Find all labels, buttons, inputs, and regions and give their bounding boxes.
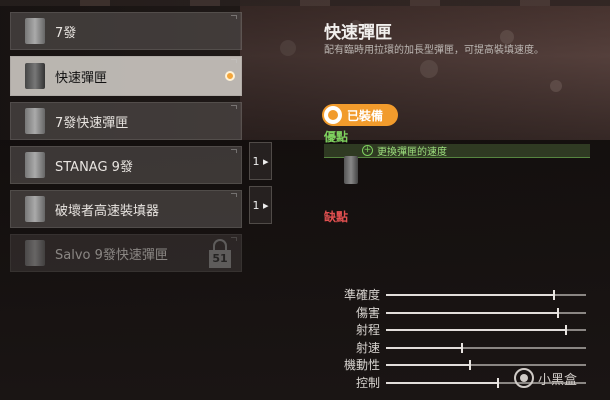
stat-bar <box>386 342 586 353</box>
list-item-label: STANAG 9發 <box>55 159 133 175</box>
corner-mark-icon <box>231 237 237 241</box>
stat-bar-marker <box>469 360 471 370</box>
list-item-label: 破壞者高速裝填器 <box>55 203 160 219</box>
stat-bar <box>386 307 586 318</box>
magazine-icon <box>25 63 45 89</box>
magazine-icon <box>25 240 45 266</box>
expand-button[interactable]: 1 ▸ <box>249 142 272 180</box>
magazine-icon <box>25 152 45 178</box>
stat-bar <box>386 360 586 370</box>
corner-mark-icon <box>231 149 237 153</box>
magazine-icon <box>25 108 45 134</box>
list-item-label: 7發快速彈匣 <box>55 115 129 131</box>
cons-title: 缺點 <box>324 210 349 224</box>
stat-bar-fill <box>386 364 470 366</box>
equipped-ring-icon <box>324 106 342 124</box>
list-item[interactable]: 7發快速彈匣 <box>10 102 242 140</box>
stat-bar-fill <box>386 381 498 384</box>
stat-bar-marker <box>557 307 559 318</box>
corner-mark-icon <box>231 59 237 63</box>
plus-icon: + <box>362 145 373 156</box>
xiaoheihe-logo-icon <box>514 368 534 388</box>
stat-label: 射程 <box>355 323 380 338</box>
list-item[interactable]: 破壞者高速裝填器 <box>10 190 242 228</box>
stat-bar-marker <box>553 290 555 300</box>
expand-count: 1 <box>252 154 260 168</box>
stat-bar-marker <box>461 342 463 353</box>
corner-mark-icon <box>231 15 237 19</box>
attachment-title: 快速彈匣 <box>324 23 392 43</box>
speedloader-icon <box>25 196 45 222</box>
stat-bar-marker <box>497 377 499 388</box>
expand-button[interactable]: 1 ▸ <box>249 186 272 224</box>
stat-label: 機動性 <box>343 358 380 373</box>
list-item-label: Salvo 9發快速彈匣 <box>55 247 168 263</box>
stat-bar-fill <box>386 329 566 331</box>
attachment-list: 7發 快速彈匣 7發快速彈匣 STANAG 9發 破壞者高速裝填器 Salvo … <box>10 12 242 278</box>
stat-label: 準確度 <box>343 288 380 303</box>
list-item[interactable]: 7發 <box>10 12 242 50</box>
chevron-right-icon: ▸ <box>262 154 269 168</box>
equipped-label: 已裝備 <box>347 108 384 123</box>
stat-label: 傷害 <box>355 305 380 320</box>
corner-mark-icon <box>231 105 237 109</box>
list-item-label: 7發 <box>55 25 77 41</box>
pros-title: 優點 <box>324 130 349 144</box>
stat-bar-fill <box>386 311 558 314</box>
magazine-preview-icon <box>344 156 358 184</box>
list-item-label: 快速彈匣 <box>55 70 108 86</box>
top-strip <box>0 0 610 6</box>
attachment-description: 配有臨時用拉環的加長型彈匣，可提高裝填速度。 <box>324 45 544 56</box>
stat-label: 射速 <box>355 340 380 355</box>
stat-bar <box>386 325 586 335</box>
chevron-right-icon: ▸ <box>262 198 269 212</box>
list-item-selected[interactable]: 快速彈匣 <box>10 56 242 96</box>
stat-row: 傷害 <box>318 304 598 322</box>
stat-bar <box>386 290 586 300</box>
watermark: 小黑盒 <box>514 368 577 388</box>
stat-row: 射速 <box>318 339 598 357</box>
equipped-indicator-icon <box>225 71 235 81</box>
magazine-icon <box>25 18 45 44</box>
pro-text: 更換彈匣的速度 <box>377 147 447 158</box>
stat-row: 射程 <box>318 321 598 339</box>
watermark-text: 小黑盒 <box>538 372 578 388</box>
corner-mark-icon <box>231 193 237 197</box>
equipped-badge: 已裝備 <box>322 104 398 126</box>
stat-row: 準確度 <box>318 286 598 304</box>
stat-label: 控制 <box>355 375 380 390</box>
stat-bar-fill <box>386 346 462 349</box>
pro-item: + 更換彈匣的速度 <box>324 144 590 158</box>
lock-icon: 51 <box>209 239 231 269</box>
unlock-level: 51 <box>209 250 231 268</box>
list-item-locked[interactable]: Salvo 9發快速彈匣 51 <box>10 234 242 272</box>
stat-bar-fill <box>386 294 554 296</box>
stat-bar-marker <box>565 325 567 335</box>
expand-count: 1 <box>252 198 260 212</box>
list-item[interactable]: STANAG 9發 <box>10 146 242 184</box>
